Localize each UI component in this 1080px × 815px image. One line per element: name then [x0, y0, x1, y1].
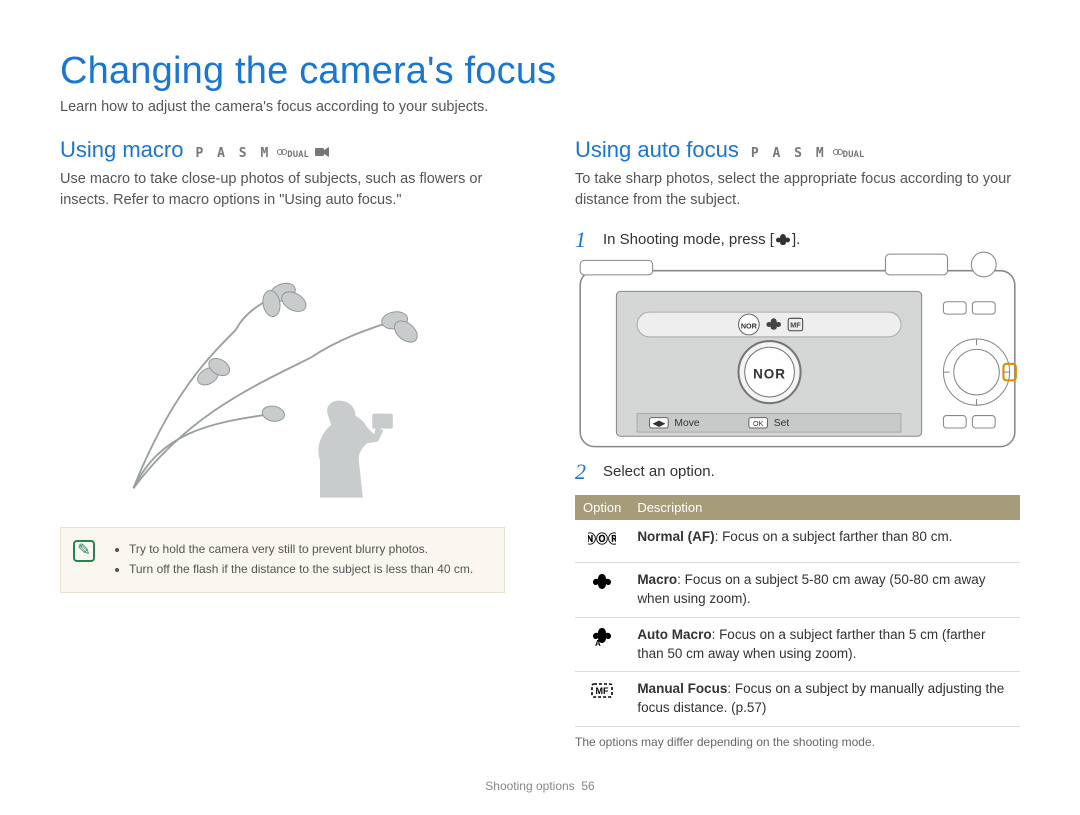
macro-button-icon	[774, 232, 792, 246]
manual-page: Changing the camera's focus Learn how to…	[0, 0, 1080, 815]
option-desc: Auto Macro: Focus on a subject farther t…	[629, 617, 1020, 672]
svg-text:ⓃⓄⓇ: ⓃⓄⓇ	[588, 531, 616, 546]
option-icon-auto-macro: A	[575, 617, 629, 672]
tip-box: ✎ Try to hold the camera very still to p…	[60, 527, 505, 593]
ok-label: OK	[753, 418, 764, 427]
flower-photography-drawing	[96, 227, 469, 507]
step-2: 2 Select an option.	[575, 459, 1020, 485]
option-icon-macro	[575, 562, 629, 617]
nor-small-label: NOR	[741, 321, 758, 330]
move-label: Move	[674, 417, 700, 428]
heading-row: Using macro P A S M DUAL	[60, 137, 505, 163]
section-heading-autofocus: Using auto focus	[575, 137, 739, 163]
focus-options-table: Option Description ⓃⓄⓇ Normal (AF): Focu…	[575, 495, 1020, 727]
step-text: In Shooting mode, press [].	[603, 227, 800, 248]
set-label: Set	[774, 417, 790, 428]
macro-illustration	[60, 227, 505, 507]
dual-icon: DUAL	[833, 147, 865, 160]
option-icon-nor: ⓃⓄⓇ	[575, 520, 629, 562]
heading-row: Using auto focus P A S M DUAL	[575, 137, 1020, 163]
note-icon: ✎	[73, 540, 95, 562]
svg-text:◀▶: ◀▶	[652, 418, 665, 427]
right-column: Using auto focus P A S M DUAL To take sh…	[575, 137, 1020, 749]
camera-lcd-illustration: NOR MF NOR ◀▶ Move	[575, 263, 1020, 443]
section-heading-macro: Using macro	[60, 137, 183, 163]
left-column: Using macro P A S M DUAL Use macro to ta…	[60, 137, 505, 749]
options-footnote: The options may differ depending on the …	[575, 735, 1020, 749]
step-text: Select an option.	[603, 459, 715, 480]
table-row: Macro: Focus on a subject 5-80 cm away (…	[575, 562, 1020, 617]
mf-small-icon: MF	[788, 318, 802, 330]
nor-big-label: NOR	[753, 366, 786, 381]
mode-letters: P A S M	[751, 146, 827, 161]
option-desc: Normal (AF): Focus on a subject farther …	[629, 520, 1020, 562]
step-number: 2	[575, 459, 593, 485]
video-icon	[315, 147, 329, 160]
table-row: MF Manual Focus: Focus on a subject by m…	[575, 672, 1020, 727]
option-icon-mf: MF	[575, 672, 629, 727]
option-desc: Manual Focus: Focus on a subject by manu…	[629, 672, 1020, 727]
page-footer: Shooting options 56	[0, 779, 1080, 793]
svg-text:MF: MF	[790, 320, 801, 329]
tip-item: Try to hold the camera very still to pre…	[129, 540, 490, 558]
mode-indicator: P A S M DUAL	[195, 146, 328, 161]
tip-list: Try to hold the camera very still to pre…	[111, 540, 490, 578]
tip-item: Turn off the flash if the distance to th…	[129, 560, 490, 578]
page-subtitle: Learn how to adjust the camera's focus a…	[60, 99, 1020, 115]
two-column-layout: Using macro P A S M DUAL Use macro to ta…	[60, 137, 1020, 749]
table-header-option: Option	[575, 495, 629, 520]
macro-lead-text: Use macro to take close-up photos of sub…	[60, 169, 505, 211]
table-row: ⓃⓄⓇ Normal (AF): Focus on a subject fart…	[575, 520, 1020, 562]
option-desc: Macro: Focus on a subject 5-80 cm away (…	[629, 562, 1020, 617]
footer-section: Shooting options	[485, 779, 574, 793]
mode-letters: P A S M	[195, 146, 271, 161]
mode-indicator: P A S M DUAL	[751, 146, 864, 161]
page-title: Changing the camera's focus	[60, 50, 1020, 93]
autofocus-lead-text: To take sharp photos, select the appropr…	[575, 169, 1020, 211]
table-row: A Auto Macro: Focus on a subject farther…	[575, 617, 1020, 672]
table-header-description: Description	[629, 495, 1020, 520]
footer-page-number: 56	[581, 779, 594, 793]
dual-icon: DUAL	[277, 147, 309, 160]
svg-text:A: A	[595, 639, 601, 646]
svg-text:MF: MF	[596, 686, 609, 696]
